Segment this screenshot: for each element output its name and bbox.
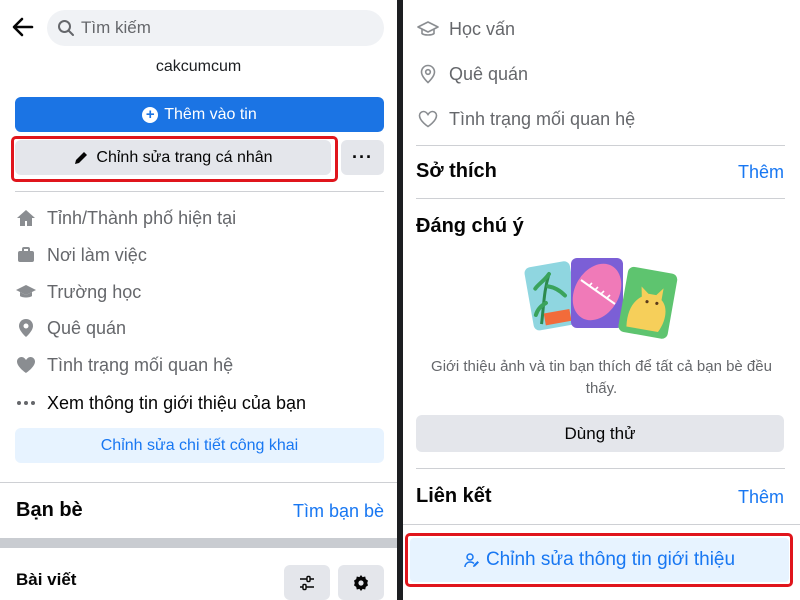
gear-icon <box>354 574 368 591</box>
graduation-cap-outline-icon <box>417 18 439 40</box>
find-friends-link[interactable]: Tìm bạn bè <box>293 501 384 522</box>
profile-panel-left: cakcumcum + Thêm vào tin Chỉnh sửa trang… <box>0 0 397 600</box>
detail-workplace: Nơi làm việc <box>15 241 147 269</box>
posts-title: Bài viết <box>16 570 77 589</box>
divider <box>0 482 397 483</box>
home-icon <box>15 207 37 229</box>
section-separator <box>0 538 397 548</box>
detail-label: Tình trạng mối quan hệ <box>47 354 234 375</box>
location-pin-icon <box>15 317 37 339</box>
row-label: Học vấn <box>449 18 516 39</box>
row-label: Quê quán <box>449 63 529 84</box>
row-hometown: Quê quán <box>417 59 528 89</box>
more-options-button[interactable]: ··· <box>341 140 384 175</box>
location-pin-outline-icon <box>417 63 439 85</box>
filter-posts-button[interactable] <box>284 565 330 600</box>
hobbies-title: Sở thích <box>416 160 497 182</box>
divider <box>416 468 785 469</box>
friends-title: Bạn bè <box>16 499 83 521</box>
add-to-story-label: Thêm vào tin <box>164 105 257 123</box>
heart-outline-icon <box>417 108 439 130</box>
row-relationship: Tình trạng mối quan hệ <box>417 104 635 134</box>
edit-intro-button[interactable]: Chỉnh sửa thông tin giới thiệu <box>410 538 789 582</box>
detail-label: Quê quán <box>47 317 127 338</box>
divider <box>403 524 800 525</box>
row-education: Học vấn <box>417 14 515 44</box>
try-it-button[interactable]: Dùng thử <box>416 415 784 452</box>
settings-button[interactable] <box>338 565 384 600</box>
sliders-icon <box>300 575 314 590</box>
see-about-info-link[interactable]: Xem thông tin giới thiệu của bạn <box>15 389 306 417</box>
detail-label: Xem thông tin giới thiệu của bạn <box>47 392 306 413</box>
divider <box>15 191 384 192</box>
edit-public-details-label: Chỉnh sửa chi tiết công khai <box>100 436 299 454</box>
briefcase-icon <box>15 244 37 266</box>
detail-school: Trường học <box>15 278 141 306</box>
profile-panel-right: Học vấn Quê quán Tình trạng mối quan hệ … <box>403 0 800 600</box>
row-label: Tình trạng mối quan hệ <box>449 108 636 129</box>
featured-title: Đáng chú ý <box>416 215 524 237</box>
heart-icon <box>15 354 37 376</box>
detail-hometown: Quê quán <box>15 314 126 342</box>
add-to-story-button[interactable]: + Thêm vào tin <box>15 97 384 132</box>
edit-profile-button[interactable]: Chỉnh sửa trang cá nhân <box>15 140 331 175</box>
graduation-cap-icon <box>15 281 37 303</box>
detail-label: Tỉnh/Thành phố hiện tại <box>47 207 237 228</box>
divider <box>416 145 785 146</box>
search-box[interactable] <box>47 10 384 46</box>
detail-label: Nơi làm việc <box>47 244 147 265</box>
back-arrow-icon[interactable] <box>10 14 36 40</box>
detail-label: Trường học <box>47 281 142 302</box>
pencil-icon <box>75 151 88 164</box>
plus-circle-icon: + <box>142 106 159 123</box>
hobbies-add-link[interactable]: Thêm <box>738 162 784 183</box>
divider <box>416 198 785 199</box>
edit-intro-label: Chỉnh sửa thông tin giới thiệu <box>485 549 736 570</box>
featured-cards-illustration <box>524 258 678 339</box>
links-title: Liên kết <box>416 485 492 507</box>
detail-current-city: Tỉnh/Thành phố hiện tại <box>15 204 236 232</box>
detail-relationship: Tình trạng mối quan hệ <box>15 351 233 379</box>
person-edit-icon <box>464 553 479 568</box>
featured-description: Giới thiệu ảnh và tin bạn thích để tất c… <box>431 358 772 397</box>
edit-public-details-button[interactable]: Chỉnh sửa chi tiết công khai <box>15 428 384 463</box>
search-input[interactable] <box>81 18 361 38</box>
more-dots-icon <box>15 392 37 414</box>
search-icon <box>58 20 74 36</box>
try-it-label: Dùng thử <box>564 423 636 443</box>
links-add-link[interactable]: Thêm <box>738 487 784 508</box>
more-dots-icon: ··· <box>352 147 373 167</box>
profile-username: cakcumcum <box>155 58 242 75</box>
edit-profile-label: Chỉnh sửa trang cá nhân <box>96 148 273 166</box>
